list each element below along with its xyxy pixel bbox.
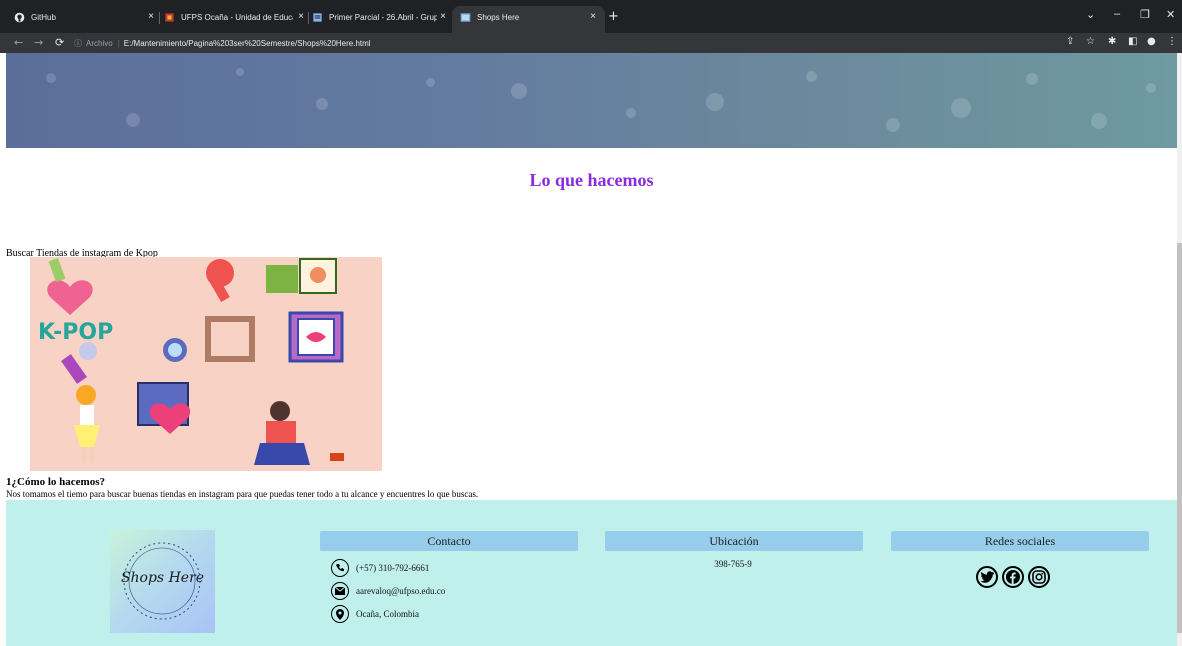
map-pin-icon <box>331 605 349 623</box>
shops-here-logo: Shops Here <box>110 530 215 633</box>
kpop-label: K-POP <box>38 320 113 345</box>
hero-decoration <box>806 71 817 82</box>
document-icon <box>313 12 322 22</box>
phone-number: (+57) 310-792-6661 <box>356 563 430 573</box>
hero-decoration <box>426 78 435 87</box>
tab-label: UFPS Ocaña - Unidad de Educac <box>181 12 293 22</box>
tab-search-button[interactable]: ⌄ <box>1086 8 1095 21</box>
menu-kebab-icon[interactable]: ⋮ <box>1167 36 1177 47</box>
contact-phone: (+57) 310-792-6661 <box>331 559 429 577</box>
hero-decoration <box>236 68 244 76</box>
contact-location: Ocaña, Colombia <box>331 605 419 623</box>
tab-label: Shops Here <box>477 12 520 22</box>
hero-decoration <box>46 73 56 83</box>
hero-decoration <box>1026 73 1038 85</box>
url-text: E:/Mantenimiento/Pagina%203ser%20Semestr… <box>123 38 371 48</box>
tab-primer-parcial[interactable]: Primer Parcial - 26.Abril - Grupo × <box>312 9 446 25</box>
tab-shops-here[interactable]: Shops Here × <box>460 9 596 25</box>
social-links <box>976 566 1050 588</box>
ufps-logo-icon <box>165 12 174 22</box>
contact-email: aarevaloq@ufpso.edu.co <box>331 582 445 600</box>
extensions-icon[interactable]: ✱ <box>1108 36 1116 47</box>
social-heading: Redes sociales <box>891 531 1149 551</box>
reload-icon[interactable]: ⟳ <box>55 36 64 49</box>
hero-banner <box>6 53 1177 148</box>
hero-decoration <box>706 93 724 111</box>
forward-arrow-icon[interactable]: → <box>34 36 43 49</box>
section-title: Lo que hacemos <box>529 170 654 190</box>
bookmark-star-icon[interactable]: ☆ <box>1086 36 1095 47</box>
tab-separator <box>159 12 160 24</box>
contact-heading: Contacto <box>320 531 578 551</box>
city-text: Ocaña, Colombia <box>356 609 419 619</box>
footer: Shops Here Contacto Ubicación Redes soci… <box>6 500 1177 646</box>
location-heading: Ubicación <box>605 531 863 551</box>
close-window-button[interactable]: ✕ <box>1166 8 1175 21</box>
logo-text: Shops Here <box>120 570 205 586</box>
hero-decoration <box>951 98 971 118</box>
url-scheme-label: Archivo <box>86 38 113 48</box>
browser-tab-bar: GitHub × UFPS Ocaña - Unidad de Educac ×… <box>0 0 1182 33</box>
location-code: 398-765-9 <box>714 559 752 569</box>
tab-separator <box>308 12 309 24</box>
hero-decoration <box>316 98 328 110</box>
page-favicon-icon <box>460 12 471 22</box>
back-arrow-icon[interactable]: ← <box>14 36 23 49</box>
page-scrollbar[interactable] <box>1177 53 1182 646</box>
restore-button[interactable]: ❐ <box>1140 8 1150 21</box>
hero-decoration <box>626 108 636 118</box>
kpop-artwork: K-POP <box>38 257 344 465</box>
how-we-do-it-heading: 1¿Cómo lo hacemos? <box>6 476 105 488</box>
close-icon[interactable]: × <box>590 11 596 22</box>
tab-label: GitHub <box>31 12 56 22</box>
tab-label: Primer Parcial - 26.Abril - Grupo <box>329 12 437 22</box>
new-tab-button[interactable]: + <box>608 9 619 24</box>
share-icon[interactable]: ⇪ <box>1066 36 1074 47</box>
info-icon[interactable]: ⓘ <box>74 38 82 49</box>
close-icon[interactable]: × <box>148 11 154 22</box>
page-viewport: Lo que hacemos Buscar Tiendas de instagr… <box>6 53 1177 646</box>
phone-icon <box>331 559 349 577</box>
twitter-icon[interactable] <box>976 566 998 588</box>
scrollbar-thumb[interactable] <box>1177 243 1182 633</box>
hero-decoration <box>126 113 140 127</box>
tab-ufps[interactable]: UFPS Ocaña - Unidad de Educac × <box>164 9 304 25</box>
github-icon <box>14 12 25 22</box>
how-we-do-it-text: Nos tomamos el tiemo para buscar buenas … <box>6 489 479 499</box>
email-address: aarevaloq@ufpso.edu.co <box>356 586 446 596</box>
envelope-icon <box>331 582 349 600</box>
profile-icon[interactable]: ● <box>1147 36 1156 47</box>
instagram-icon[interactable] <box>1028 566 1050 588</box>
side-panel-icon[interactable]: ◧ <box>1128 36 1137 47</box>
hero-decoration <box>886 118 900 132</box>
url-field[interactable]: ⓘ Archivo | E:/Mantenimiento/Pagina%203s… <box>74 35 1054 51</box>
close-icon[interactable]: × <box>298 11 304 22</box>
tab-github[interactable]: GitHub × <box>14 9 154 25</box>
kpop-illustration: K-POP <box>30 257 382 471</box>
url-divider: | <box>117 38 120 48</box>
hero-decoration <box>1146 83 1156 93</box>
hero-decoration <box>1091 113 1107 129</box>
minimize-button[interactable]: – <box>1114 8 1120 20</box>
hero-decoration <box>511 83 527 99</box>
close-icon[interactable]: × <box>440 11 446 22</box>
facebook-icon[interactable] <box>1002 566 1024 588</box>
browser-address-bar: ← → ⟳ ⓘ Archivo | E:/Mantenimiento/Pagin… <box>0 33 1182 53</box>
